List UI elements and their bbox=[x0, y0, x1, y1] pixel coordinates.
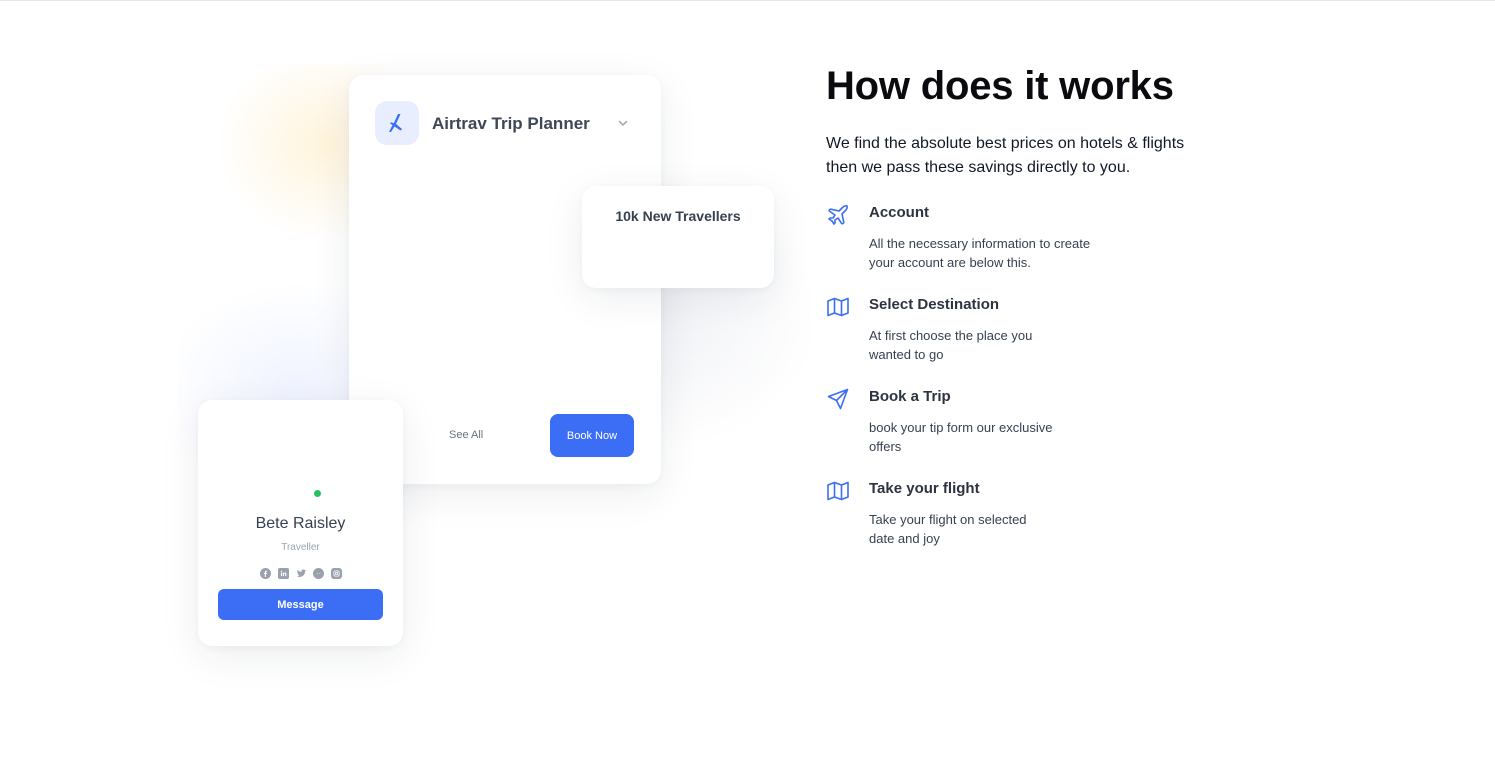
airplane-icon bbox=[828, 205, 848, 225]
step-description: All the necessary information to create … bbox=[869, 234, 1139, 272]
step-description-line: date and joy bbox=[869, 531, 940, 546]
step-select-destination: Select Destination At first choose the p… bbox=[826, 293, 1246, 385]
step-description-line: your account are below this. bbox=[869, 255, 1031, 270]
step-book-a-trip: Book a Trip book your tip form our exclu… bbox=[826, 385, 1246, 477]
step-description: At first choose the place you wanted to … bbox=[869, 326, 1139, 364]
messenger-icon[interactable] bbox=[313, 568, 325, 579]
top-divider bbox=[0, 0, 1495, 1]
twitter-icon[interactable] bbox=[296, 568, 307, 579]
step-title: Take your flight bbox=[869, 480, 980, 497]
lead-line: We find the absolute best prices on hote… bbox=[826, 135, 1185, 152]
chevron-down-icon[interactable] bbox=[616, 116, 630, 130]
lead-line: then we pass these savings directly to y… bbox=[826, 159, 1131, 176]
traveller-profile-card: Bete Raisley Traveller Message bbox=[198, 400, 403, 646]
step-description-line: All the necessary information to create bbox=[869, 236, 1091, 251]
profile-role: Traveller bbox=[281, 542, 320, 553]
planner-title: Airtrav Trip Planner bbox=[432, 114, 590, 133]
step-account: Account All the necessary information to… bbox=[826, 201, 1246, 293]
new-travellers-card: 10k New Travellers bbox=[582, 186, 774, 288]
profile-name: Bete Raisley bbox=[255, 515, 346, 532]
section-title: How does it works bbox=[826, 64, 1174, 108]
online-status-dot bbox=[314, 490, 321, 497]
step-description-line: book your tip form our exclusive bbox=[869, 420, 1053, 435]
steps-list: Account All the necessary information to… bbox=[826, 201, 1246, 569]
step-title: Book a Trip bbox=[869, 388, 951, 405]
app-preview-illustration: Airtrav Trip Planner See All Book Now 10… bbox=[178, 64, 810, 654]
linkedin-icon[interactable] bbox=[277, 568, 289, 579]
new-travellers-count: 10k New Travellers bbox=[615, 208, 741, 224]
step-description: book your tip form our exclusive offers bbox=[869, 418, 1139, 456]
step-take-your-flight: Take your flight Take your flight on sel… bbox=[826, 477, 1246, 569]
step-title: Account bbox=[869, 204, 929, 221]
plane-icon bbox=[375, 101, 419, 145]
section-lead: We find the absolute best prices on hote… bbox=[826, 132, 1246, 180]
step-description-line: Take your flight on selected bbox=[869, 512, 1027, 527]
see-all-button[interactable]: See All bbox=[449, 429, 483, 441]
step-title: Select Destination bbox=[869, 296, 1000, 313]
instagram-icon[interactable] bbox=[331, 568, 342, 579]
map-icon bbox=[827, 481, 849, 501]
book-now-button[interactable]: Book Now bbox=[550, 414, 634, 457]
step-description-line: wanted to go bbox=[869, 347, 944, 362]
message-button[interactable]: Message bbox=[218, 589, 383, 620]
facebook-icon[interactable] bbox=[260, 568, 271, 579]
social-links bbox=[260, 568, 342, 580]
step-description: Take your flight on selected date and jo… bbox=[869, 510, 1139, 548]
send-icon bbox=[827, 388, 849, 410]
step-description-line: At first choose the place you bbox=[869, 328, 1033, 343]
map-icon bbox=[827, 297, 849, 317]
step-description-line: offers bbox=[869, 439, 902, 454]
